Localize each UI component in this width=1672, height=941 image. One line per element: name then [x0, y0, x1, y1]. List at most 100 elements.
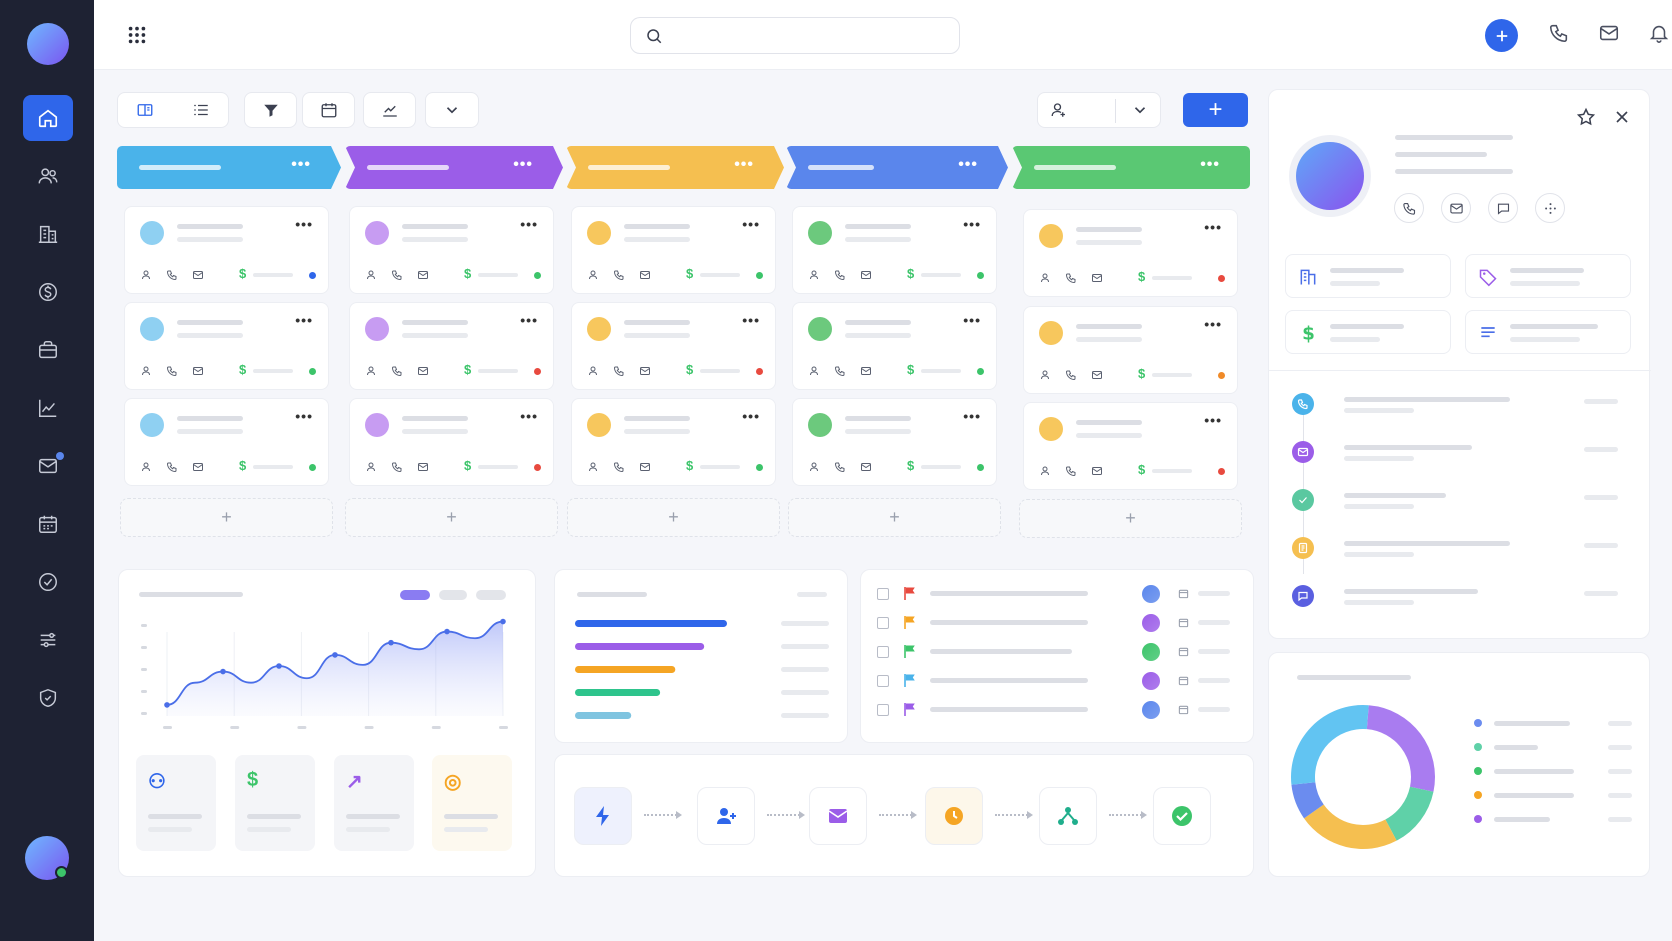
- phone-icon[interactable]: [1065, 369, 1077, 381]
- timeline-entry[interactable]: [1340, 489, 1632, 511]
- deal-card[interactable]: ••• $: [1023, 402, 1238, 490]
- deal-card[interactable]: ••• $: [1023, 306, 1238, 394]
- mail-icon[interactable]: [417, 461, 429, 473]
- contact-icon[interactable]: [588, 269, 600, 281]
- stage-more-icon[interactable]: •••: [513, 156, 533, 174]
- workflow-step-share[interactable]: [1039, 787, 1097, 845]
- task-checkbox[interactable]: [877, 617, 889, 629]
- deal-card[interactable]: ••• $: [1023, 209, 1238, 297]
- sidebar-item-settings[interactable]: [23, 617, 73, 663]
- more-options-dropdown[interactable]: [425, 92, 479, 128]
- deal-card[interactable]: ••• $: [792, 398, 997, 486]
- mail-icon[interactable]: [192, 365, 204, 377]
- phone-icon[interactable]: [166, 461, 178, 473]
- card-more-icon[interactable]: •••: [295, 408, 313, 424]
- phone-icon[interactable]: [391, 461, 403, 473]
- kpi-card[interactable]: ◎: [432, 755, 512, 851]
- task-checkbox[interactable]: [877, 588, 889, 600]
- task-checkbox[interactable]: [877, 675, 889, 687]
- list-view-icon[interactable]: [192, 101, 210, 119]
- sidebar-item-mail[interactable]: [23, 443, 73, 489]
- phone-icon[interactable]: [613, 269, 625, 281]
- mail-icon[interactable]: [1091, 272, 1103, 284]
- contact-icon[interactable]: [588, 461, 600, 473]
- workflow-step-check[interactable]: [1153, 787, 1211, 845]
- phone-icon[interactable]: [391, 269, 403, 281]
- chart-tab-active[interactable]: [400, 590, 430, 600]
- task-checkbox[interactable]: [877, 704, 889, 716]
- kpi-card[interactable]: $: [235, 755, 315, 851]
- task-checkbox[interactable]: [877, 646, 889, 658]
- add-card-button[interactable]: +: [788, 498, 1001, 537]
- kpi-card[interactable]: ↗: [334, 755, 414, 851]
- search-input[interactable]: [671, 24, 951, 48]
- task-row[interactable]: [866, 611, 1246, 635]
- mail-icon[interactable]: [639, 269, 651, 281]
- deal-card[interactable]: ••• $: [792, 206, 997, 294]
- contact-icon[interactable]: [1040, 369, 1052, 381]
- phone-icon[interactable]: [1065, 465, 1077, 477]
- card-more-icon[interactable]: •••: [295, 216, 313, 232]
- deal-card[interactable]: ••• $: [571, 206, 776, 294]
- calendar-button[interactable]: [302, 92, 355, 128]
- card-more-icon[interactable]: •••: [963, 408, 981, 424]
- info-tile[interactable]: [1285, 254, 1451, 298]
- card-more-icon[interactable]: •••: [1204, 412, 1222, 428]
- card-more-icon[interactable]: •••: [963, 312, 981, 328]
- contact-icon[interactable]: [141, 365, 153, 377]
- add-icon[interactable]: [1485, 19, 1518, 52]
- contact-icon[interactable]: [141, 269, 153, 281]
- timeline-entry[interactable]: [1340, 585, 1632, 607]
- phone-icon[interactable]: [1065, 272, 1077, 284]
- workflow-step-bolt[interactable]: [574, 787, 632, 845]
- phone-icon[interactable]: [166, 365, 178, 377]
- info-tile[interactable]: [1465, 254, 1631, 298]
- workflow-step-clock[interactable]: [925, 787, 983, 845]
- contact-icon[interactable]: [809, 365, 821, 377]
- mail-icon[interactable]: [639, 365, 651, 377]
- card-more-icon[interactable]: •••: [742, 216, 760, 232]
- sidebar-item-security[interactable]: [23, 675, 73, 721]
- mail-icon[interactable]: [417, 269, 429, 281]
- board-view-icon[interactable]: [136, 101, 154, 119]
- contact-icon[interactable]: [366, 461, 378, 473]
- card-more-icon[interactable]: •••: [520, 312, 538, 328]
- mail-icon[interactable]: [192, 269, 204, 281]
- timeline-entry[interactable]: [1340, 441, 1632, 463]
- phone-icon[interactable]: [834, 269, 846, 281]
- sidebar-item-deals[interactable]: [23, 269, 73, 315]
- chart-tab[interactable]: [476, 590, 506, 600]
- phone-icon[interactable]: [391, 365, 403, 377]
- deal-card[interactable]: ••• $: [349, 302, 554, 390]
- contact-icon[interactable]: [366, 365, 378, 377]
- add-card-button[interactable]: +: [1019, 499, 1242, 538]
- kpi-card[interactable]: ⚇: [136, 755, 216, 851]
- task-row[interactable]: [866, 640, 1246, 664]
- deal-card[interactable]: ••• $: [124, 302, 329, 390]
- contact-icon[interactable]: [588, 365, 600, 377]
- pipeline-stage-3[interactable]: •••: [566, 146, 784, 189]
- phone-icon[interactable]: [834, 365, 846, 377]
- contact-icon[interactable]: [1040, 465, 1052, 477]
- timeline-entry[interactable]: [1340, 537, 1632, 559]
- add-card-button[interactable]: +: [567, 498, 780, 537]
- apps-grid-icon[interactable]: [124, 22, 150, 48]
- filter-button[interactable]: [244, 92, 297, 128]
- deal-card[interactable]: ••• $: [124, 206, 329, 294]
- contact-icon[interactable]: [1040, 272, 1052, 284]
- deal-card[interactable]: ••• $: [349, 398, 554, 486]
- deal-card[interactable]: ••• $: [571, 398, 776, 486]
- phone-icon[interactable]: [613, 461, 625, 473]
- phone-button[interactable]: [1394, 193, 1424, 223]
- card-more-icon[interactable]: •••: [742, 312, 760, 328]
- phone-icon[interactable]: [834, 461, 846, 473]
- mail-icon[interactable]: [860, 365, 872, 377]
- add-card-button[interactable]: +: [345, 498, 558, 537]
- info-tile[interactable]: [1465, 310, 1631, 354]
- assignee-select[interactable]: [1037, 92, 1161, 128]
- star-icon[interactable]: [1576, 107, 1596, 127]
- deal-card[interactable]: ••• $: [349, 206, 554, 294]
- contact-icon[interactable]: [809, 461, 821, 473]
- card-more-icon[interactable]: •••: [520, 216, 538, 232]
- pipeline-stage-4[interactable]: •••: [786, 146, 1008, 189]
